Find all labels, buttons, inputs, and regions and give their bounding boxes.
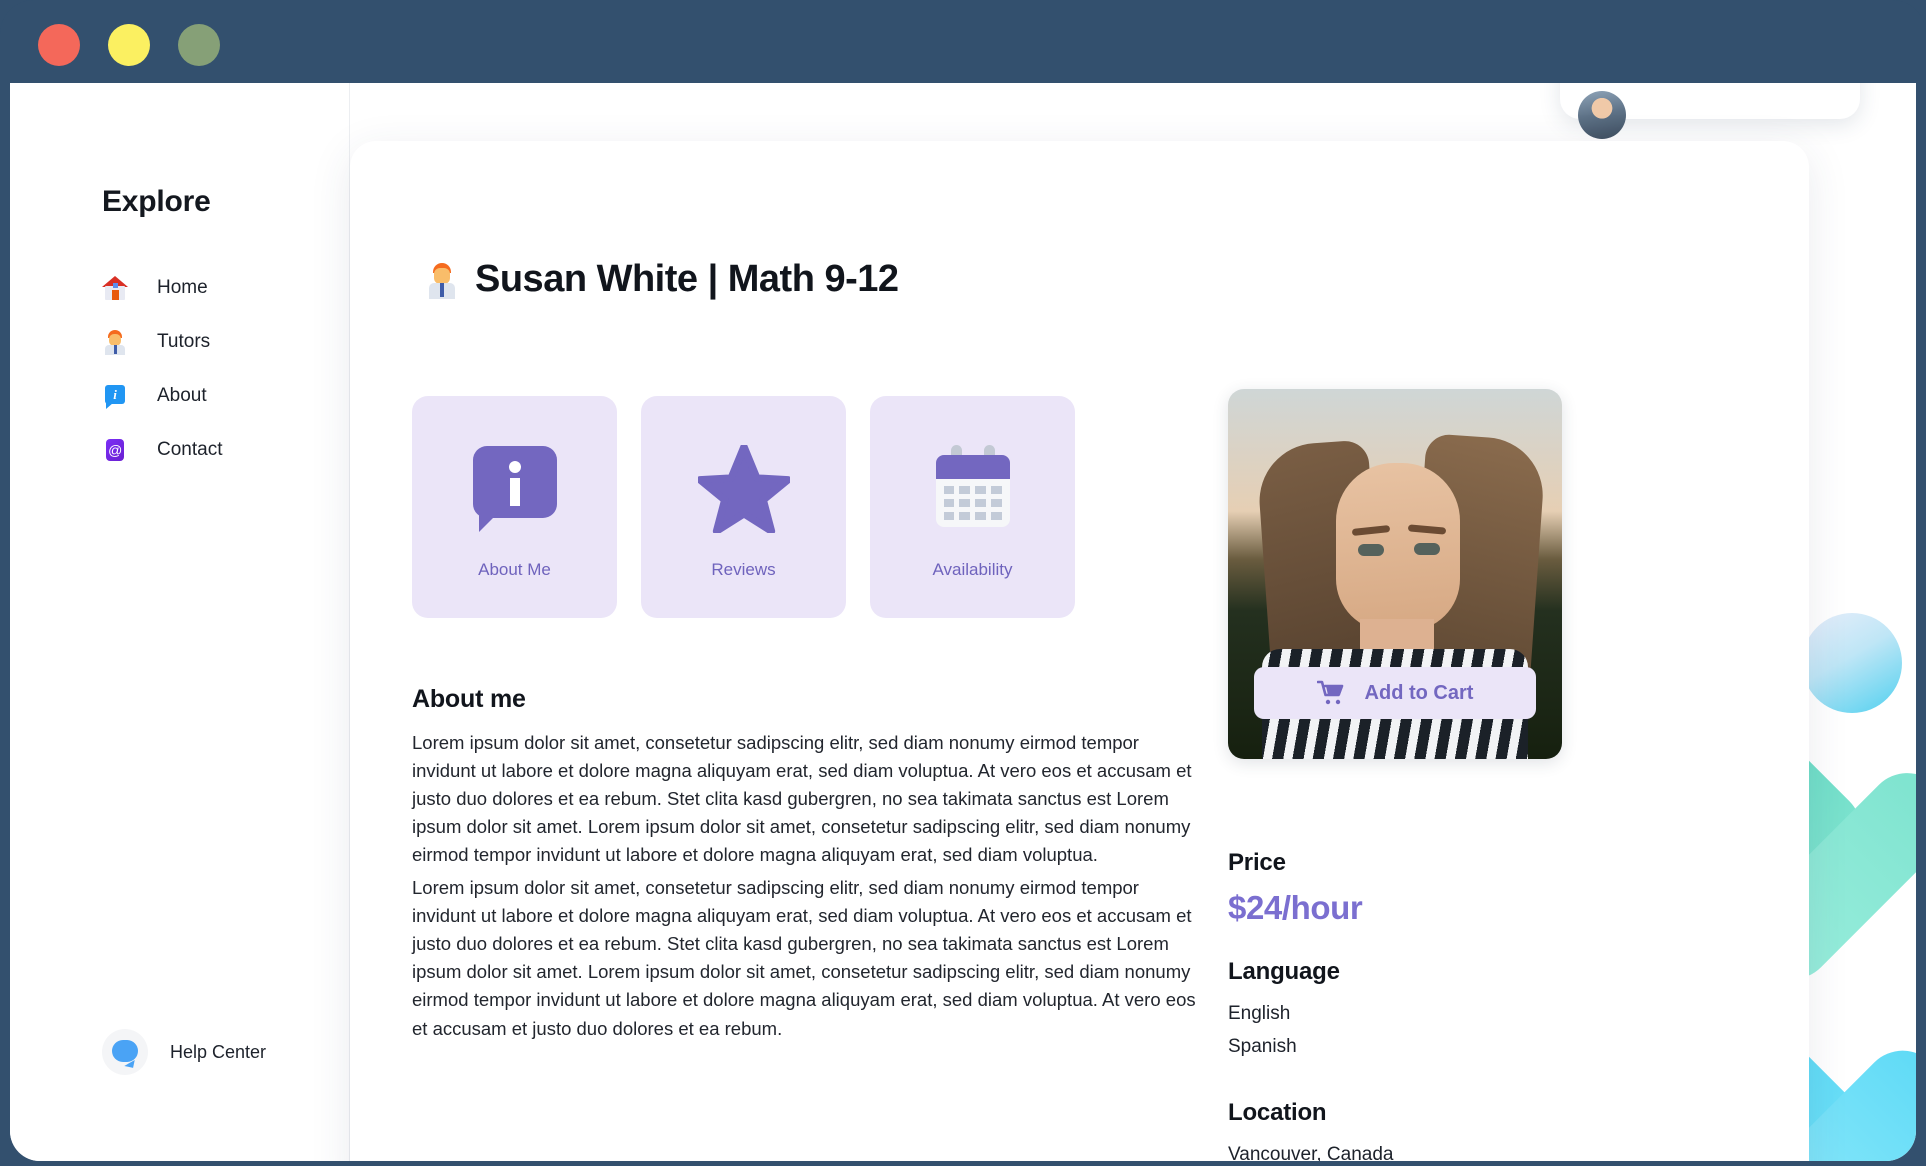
avatar[interactable] (1578, 91, 1626, 139)
sidebar: Explore Home Tutors i About @ Contact He… (10, 83, 350, 1161)
profile-card: Susan White | Math 9-12 About Me Reviews (350, 141, 1809, 1161)
account-pill[interactable] (1560, 83, 1860, 139)
window-titlebar (0, 0, 1926, 83)
sidebar-title: Explore (102, 185, 211, 218)
star-icon (697, 434, 790, 544)
info-bubble-icon: i (102, 383, 128, 409)
tab-label: Reviews (711, 560, 776, 579)
at-email-icon: @ (102, 437, 128, 463)
sidebar-item-about[interactable]: i About (10, 369, 350, 423)
sidebar-item-home[interactable]: Home (10, 261, 350, 315)
page-title: Susan White | Math 9-12 (425, 258, 899, 301)
app-window: Explore Home Tutors i About @ Contact He… (0, 0, 1926, 1166)
calendar-icon (931, 434, 1015, 544)
about-paragraph: Lorem ipsum dolor sit amet, consetetur s… (412, 732, 1192, 866)
app-viewport: Explore Home Tutors i About @ Contact He… (10, 83, 1916, 1161)
tab-about-me[interactable]: About Me (412, 396, 617, 618)
tab-label: Availability (932, 560, 1013, 579)
language-value: Spanish (1228, 1036, 1297, 1057)
sidebar-item-label: Home (157, 277, 208, 298)
add-to-cart-label: Add to Cart (1364, 681, 1474, 704)
language-value: English (1228, 1003, 1291, 1024)
price-heading: Price (1228, 849, 1286, 876)
sidebar-item-label: About (157, 385, 207, 406)
location-heading: Location (1228, 1099, 1327, 1126)
sidebar-item-label: Tutors (157, 331, 211, 352)
about-paragraph: Lorem ipsum dolor sit amet, consetetur s… (412, 877, 1196, 1039)
close-button[interactable] (38, 24, 80, 66)
tab-label: About Me (478, 560, 551, 579)
tutor-person-icon (102, 329, 128, 355)
about-heading: About me (412, 685, 526, 713)
maximize-button[interactable] (178, 24, 220, 66)
profile-tabs: About Me Reviews Availability (412, 396, 1099, 618)
house-icon (102, 275, 128, 301)
tab-reviews[interactable]: Reviews (641, 396, 846, 618)
shopping-cart-icon (1316, 680, 1343, 705)
tutor-photo-card: Add to Cart (1228, 389, 1562, 759)
profile-name: Susan White | Math 9-12 (475, 258, 899, 300)
chat-bubble-icon (102, 1029, 148, 1075)
sidebar-nav: Home Tutors i About @ Contact (10, 261, 350, 477)
help-center-button[interactable]: Help Center (102, 1029, 266, 1075)
language-heading: Language (1228, 958, 1340, 985)
help-center-label: Help Center (170, 1041, 267, 1062)
minimize-button[interactable] (108, 24, 150, 66)
sidebar-item-label: Contact (157, 439, 223, 460)
deco-circle-large (1802, 613, 1902, 713)
add-to-cart-button[interactable]: Add to Cart (1254, 667, 1536, 719)
price-value: $24/hour (1228, 889, 1363, 926)
tutor-person-icon (425, 261, 459, 299)
location-value: Vancouver, Canada (1228, 1144, 1394, 1161)
sidebar-item-tutors[interactable]: Tutors (10, 315, 350, 369)
sidebar-item-contact[interactable]: @ Contact (10, 423, 350, 477)
info-speech-bubble-icon (472, 434, 557, 544)
tab-availability[interactable]: Availability (870, 396, 1075, 618)
